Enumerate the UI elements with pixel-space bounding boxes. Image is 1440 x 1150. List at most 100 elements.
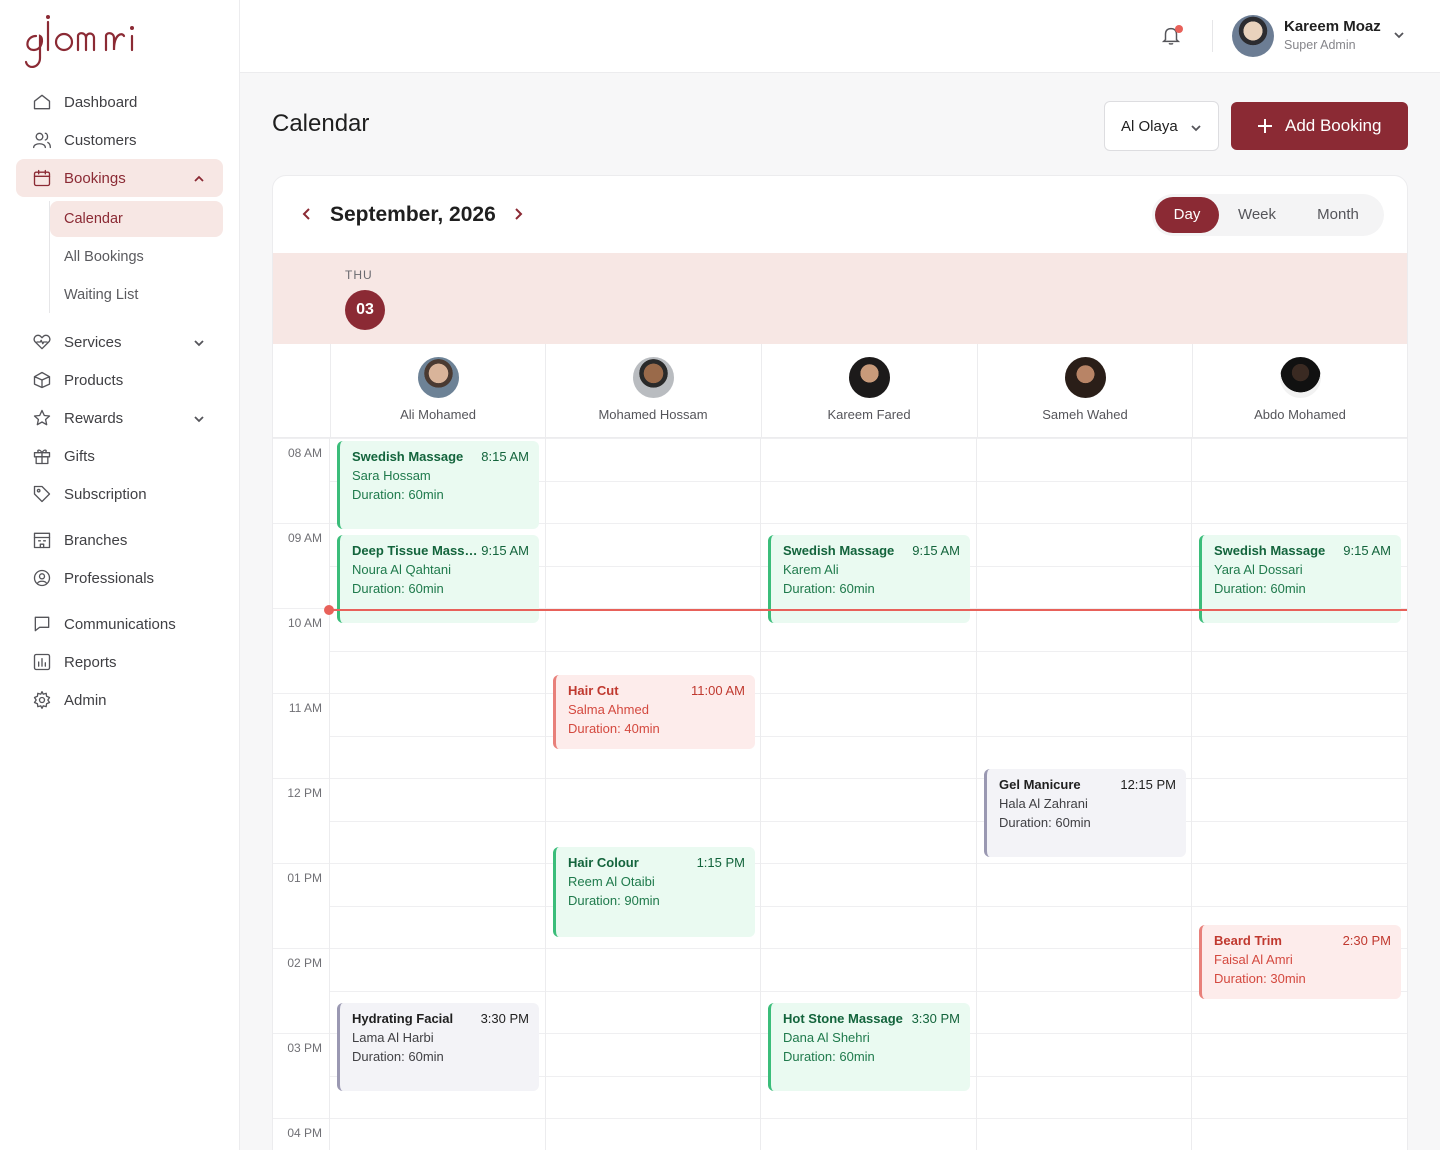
time-label: 12 PM	[287, 786, 322, 800]
event-time: 3:30 PM	[480, 1011, 529, 1026]
avatar[interactable]	[1232, 15, 1274, 57]
event-duration: Duration: 60min	[999, 815, 1091, 830]
current-time-dot	[324, 605, 334, 615]
sidebar-item-admin[interactable]: Admin	[16, 681, 223, 719]
day-number-badge[interactable]: 03	[345, 290, 385, 330]
event-time: 3:30 PM	[911, 1011, 960, 1026]
sidebar-item-bookings[interactable]: Bookings	[16, 159, 223, 197]
chevron-down-icon	[1190, 121, 1202, 133]
chat-icon	[32, 614, 52, 634]
sidebar-item-services[interactable]: Services	[16, 323, 223, 361]
sidebar-item-professionals[interactable]: Professionals	[16, 559, 223, 597]
grid-row-line	[330, 736, 1407, 737]
grid-row-line	[273, 1118, 1407, 1119]
sidebar-item-label: Branches	[64, 531, 128, 549]
staff-column-header[interactable]: Sameh Wahed	[977, 344, 1192, 438]
gear-icon	[32, 690, 52, 710]
heart-pulse-icon	[32, 332, 52, 352]
sidebar-item-reports[interactable]: Reports	[16, 643, 223, 681]
view-day-button[interactable]: Day	[1155, 197, 1219, 233]
plus-icon	[1256, 117, 1274, 135]
page-title: Calendar	[272, 110, 370, 137]
notification-bell-icon[interactable]	[1160, 24, 1184, 48]
sidebar-item-customers[interactable]: Customers	[16, 121, 223, 159]
booking-event[interactable]: Swedish Massage 8:15 AM Sara Hossam Dura…	[337, 441, 539, 529]
event-title: Deep Tissue Massa...	[352, 543, 478, 558]
sidebar-item-label: Products	[64, 371, 124, 389]
view-month-button[interactable]: Month	[1298, 197, 1378, 233]
staff-column-header[interactable]: Ali Mohamed	[330, 344, 545, 438]
sidebar-item-subscription[interactable]: Subscription	[16, 475, 223, 513]
view-switcher: Day Week Month	[1152, 194, 1384, 236]
avatar	[418, 357, 459, 398]
sidebar-subitem-all-bookings[interactable]: All Bookings	[50, 239, 223, 275]
staff-column-header[interactable]: Abdo Mohamed	[1192, 344, 1407, 438]
calendar-icon	[32, 168, 52, 188]
brand-logo[interactable]	[22, 14, 142, 74]
prev-month-button[interactable]	[299, 206, 315, 222]
grid-column-divider	[760, 438, 761, 1150]
time-label: 10 AM	[287, 616, 322, 630]
box-icon	[32, 370, 52, 390]
branch-select[interactable]: Al Olaya	[1104, 101, 1219, 151]
building-icon	[32, 530, 52, 550]
chevron-down-icon	[193, 412, 205, 424]
sidebar-subitem-waiting-list[interactable]: Waiting List	[50, 277, 223, 313]
grid-row-line	[273, 438, 1407, 439]
gift-icon	[32, 446, 52, 466]
sidebar-item-dashboard[interactable]: Dashboard	[16, 83, 223, 121]
event-duration: Duration: 60min	[783, 1049, 875, 1064]
booking-event[interactable]: Hair Cut 11:00 AM Salma Ahmed Duration: …	[553, 675, 755, 749]
booking-event[interactable]: Hydrating Facial 3:30 PM Lama Al Harbi D…	[337, 1003, 539, 1091]
sidebar-subitem-calendar[interactable]: Calendar	[50, 201, 223, 237]
event-duration: Duration: 90min	[568, 893, 660, 908]
event-client: Reem Al Otaibi	[568, 874, 655, 889]
sidebar-item-label: Subscription	[64, 485, 147, 503]
add-booking-button[interactable]: Add Booking	[1231, 102, 1408, 150]
sidebar-item-rewards[interactable]: Rewards	[16, 399, 223, 437]
view-week-button[interactable]: Week	[1222, 197, 1292, 233]
sidebar-item-gifts[interactable]: Gifts	[16, 437, 223, 475]
user-name[interactable]: Kareem Moaz	[1284, 18, 1381, 35]
event-client: Lama Al Harbi	[352, 1030, 434, 1045]
staff-column-header[interactable]: Kareem Fared	[761, 344, 976, 438]
day-schedule-grid[interactable]: 08 AM 09 AM 10 AM 11 AM 12 PM 01 PM 02 P…	[273, 438, 1407, 1150]
chevron-up-icon	[193, 172, 205, 184]
sidebar-item-communications[interactable]: Communications	[16, 605, 223, 643]
sidebar-item-branches[interactable]: Branches	[16, 521, 223, 559]
event-duration: Duration: 60min	[352, 1049, 444, 1064]
event-client: Noura Al Qahtani	[352, 562, 452, 577]
sidebar-nav: Dashboard Customers Bookings Calendar Al…	[16, 83, 223, 719]
event-client: Hala Al Zahrani	[999, 796, 1088, 811]
next-month-button[interactable]	[510, 206, 526, 222]
top-bar: Kareem Moaz Super Admin	[240, 0, 1440, 73]
chevron-down-icon	[193, 336, 205, 348]
grid-row-line	[273, 693, 1407, 694]
booking-event[interactable]: Gel Manicure 12:15 PM Hala Al Zahrani Du…	[984, 769, 1186, 857]
event-time: 1:15 PM	[696, 855, 745, 870]
grid-row-line	[330, 651, 1407, 652]
sidebar-item-label: Gifts	[64, 447, 95, 465]
booking-event[interactable]: Hot Stone Massage 3:30 PM Dana Al Shehri…	[768, 1003, 970, 1091]
chevron-down-icon[interactable]	[1392, 28, 1406, 42]
users-icon	[32, 130, 52, 150]
time-label: 11 AM	[288, 701, 322, 715]
booking-event[interactable]: Beard Trim 2:30 PM Faisal Al Amri Durati…	[1199, 925, 1401, 999]
event-client: Yara Al Dossari	[1214, 562, 1303, 577]
event-title: Hair Cut	[568, 683, 619, 698]
event-time: 9:15 AM	[1343, 543, 1391, 558]
notification-dot	[1175, 25, 1183, 33]
star-icon	[32, 408, 52, 428]
sidebar: Dashboard Customers Bookings Calendar Al…	[0, 0, 240, 1150]
event-title: Swedish Massage	[1214, 543, 1326, 558]
event-title: Hydrating Facial	[352, 1011, 454, 1026]
staff-column-header[interactable]: Mohamed Hossam	[545, 344, 760, 438]
grid-column-divider	[329, 438, 330, 1150]
sidebar-item-products[interactable]: Products	[16, 361, 223, 399]
event-time: 2:30 PM	[1342, 933, 1391, 948]
sidebar-item-label: Professionals	[64, 569, 155, 587]
booking-event[interactable]: Hair Colour 1:15 PM Reem Al Otaibi Durat…	[553, 847, 755, 937]
event-client: Sara Hossam	[352, 468, 431, 483]
event-time: 9:15 AM	[481, 543, 529, 558]
event-time: 9:15 AM	[912, 543, 960, 558]
